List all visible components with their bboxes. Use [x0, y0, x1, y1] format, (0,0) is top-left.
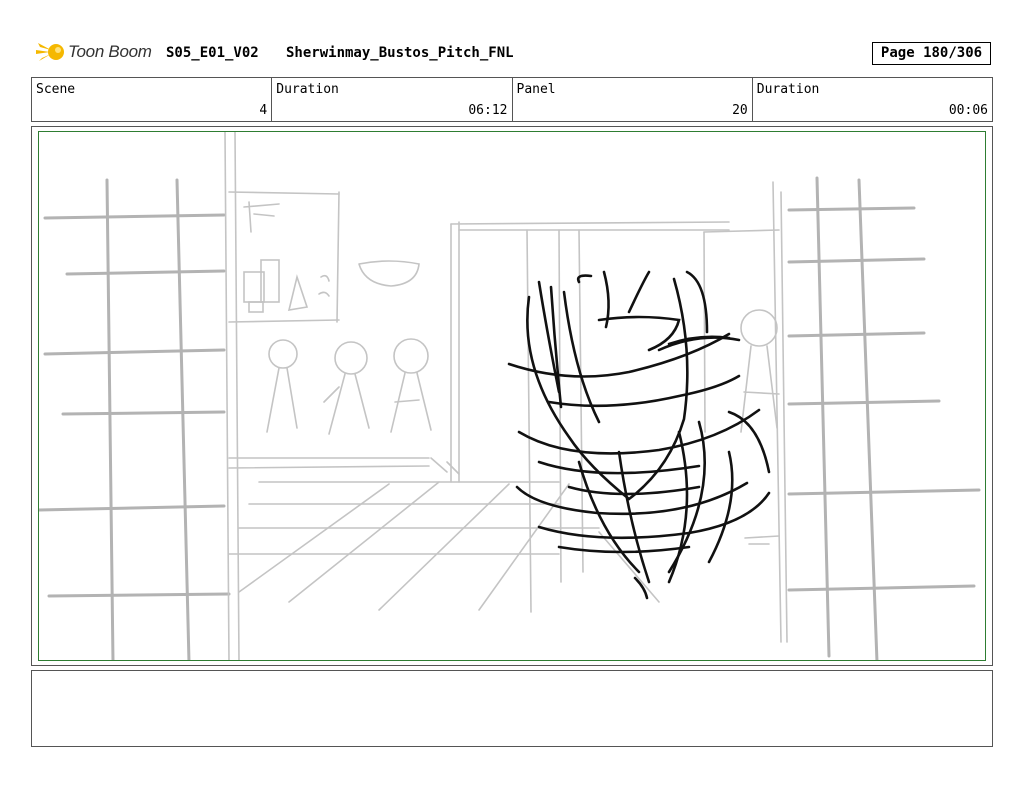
- info-row: Scene 4 Duration 06:12 Panel 20 Duration…: [31, 77, 993, 122]
- panel-cell: Panel 20: [513, 78, 753, 121]
- toon-boom-logo: Toon Boom: [34, 38, 158, 68]
- scene-duration-cell: Duration 06:12: [272, 78, 513, 121]
- project-name: Sherwinmay_Bustos_Pitch_FNL: [286, 45, 514, 61]
- scene-cell: Scene 4: [32, 78, 273, 121]
- panel-value: 20: [732, 103, 748, 118]
- notes-box: [31, 670, 993, 747]
- logo-text: Toon Boom: [68, 42, 152, 61]
- sketch-drawing: [39, 132, 981, 660]
- panel-duration-label: Duration: [756, 82, 820, 97]
- toon-boom-logo-icon: [36, 43, 64, 61]
- panel-label: Panel: [516, 82, 556, 97]
- scene-value: 4: [259, 103, 268, 118]
- scene-duration-value: 06:12: [468, 103, 508, 118]
- scene-label: Scene: [36, 82, 76, 97]
- storyboard-panel-frame: [31, 126, 993, 666]
- page-indicator: Page 180/306: [872, 42, 991, 65]
- scene-duration-label: Duration: [276, 82, 339, 97]
- storyboard-panel: [38, 131, 986, 661]
- panel-duration-cell: Duration 00:06: [753, 78, 992, 121]
- project-code: S05_E01_V02: [166, 45, 259, 61]
- panel-duration-value: 00:06: [948, 103, 988, 118]
